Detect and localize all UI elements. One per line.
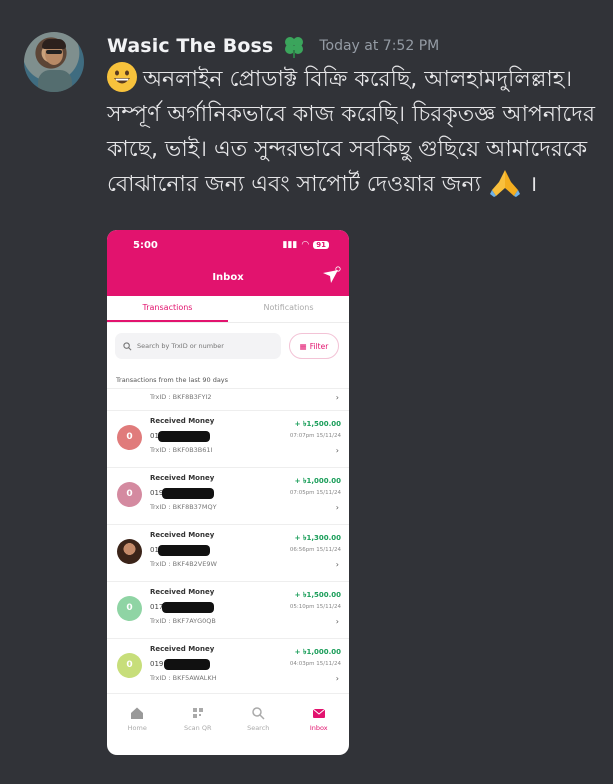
- chevron-right-icon: ›: [335, 674, 339, 683]
- list-item[interactable]: 0 Received Money 01 TrxID : BKF0B3B61I +…: [107, 410, 349, 468]
- tx-avatar: 0: [117, 425, 142, 450]
- screen-title: Inbox: [212, 272, 244, 283]
- grinning-face-emoji-icon: [107, 62, 137, 92]
- signal-icon: ▮▮▮: [282, 240, 298, 250]
- tx-amount: + ৳1,300.00: [294, 534, 341, 542]
- nav-search[interactable]: Search: [228, 694, 289, 755]
- chevron-right-icon: ›: [335, 617, 339, 626]
- tx-avatar: 0: [117, 653, 142, 678]
- message-header: Wasic The Boss Today at 7:52 PM: [107, 32, 439, 60]
- nav-label: Scan QR: [183, 724, 212, 732]
- search-icon: [123, 341, 132, 350]
- list-item[interactable]: 0 Received Money 019 TrxID : BKF8B37MQY …: [107, 467, 349, 525]
- tx-title: Received Money: [150, 645, 215, 653]
- nav-label: Inbox: [309, 724, 328, 732]
- tx-avatar-photo: [117, 539, 142, 564]
- avatar-sunglasses: [46, 50, 62, 54]
- inbox-tabs: Transactions Notifications: [107, 296, 349, 323]
- message-timestamp: Today at 7:52 PM: [319, 38, 440, 54]
- avatar-hair: [42, 39, 66, 49]
- phone-status-time: 5:00: [133, 240, 158, 251]
- list-item[interactable]: 0 Received Money 017 TrxID : BKF7AYG0QB …: [107, 581, 349, 639]
- tx-amount: + ৳1,500.00: [294, 591, 341, 599]
- filter-label: Filter: [309, 341, 329, 351]
- tx-number: 019: [150, 660, 164, 668]
- tx-id: TrxID : BKF5AWALKH: [150, 674, 217, 682]
- battery-icon: 91: [313, 241, 329, 249]
- tx-amount: + ৳1,000.00: [294, 477, 341, 485]
- tx-time: 04:03pm 15/11/24: [289, 661, 341, 667]
- tx-time: 07:05pm 15/11/24: [289, 490, 341, 496]
- tx-id: TrxID : BKF8B37MQY: [150, 503, 217, 511]
- inbox-icon: [312, 708, 326, 718]
- search-box[interactable]: [115, 333, 281, 359]
- divider: [107, 388, 349, 389]
- scan-qr-icon: [192, 708, 203, 718]
- redaction-mark: [158, 545, 210, 556]
- tx-amount: + ৳1,000.00: [294, 648, 341, 656]
- nav-inbox[interactable]: Inbox: [289, 694, 350, 755]
- nav-home[interactable]: Home: [107, 694, 168, 755]
- tx-id: TrxID : BKF7AYG0QB: [150, 617, 216, 625]
- search-input[interactable]: [137, 342, 277, 350]
- wifi-icon: ◠: [301, 240, 310, 250]
- chat-message: Wasic The Boss Today at 7:52 PM অনলাইন প…: [0, 0, 613, 784]
- screenshot-attachment[interactable]: 5:00 ▮▮▮ ◠ 91 Inbox Transactions Notific…: [107, 230, 349, 755]
- chevron-right-icon: ›: [335, 446, 339, 455]
- message-content: অনলাইন প্রোডাক্ট বিক্রি করেছি, আলহামদুলি…: [107, 62, 597, 202]
- search-row: ▦ Filter: [115, 332, 341, 360]
- chevron-right-icon: ›: [335, 560, 339, 569]
- list-item-partial[interactable]: TrxID : BKF8B3FYI2 ›: [107, 390, 349, 411]
- chevron-right-icon: ›: [335, 503, 339, 512]
- tab-notifications[interactable]: Notifications: [228, 296, 349, 322]
- avatar-shirt: [38, 70, 72, 92]
- nav-label: Home: [127, 724, 147, 732]
- bkash-bird-icon[interactable]: [321, 266, 341, 286]
- tx-avatar: 0: [117, 482, 142, 507]
- list-item[interactable]: Received Money 01 TrxID : BKF4B2VE9W + ৳…: [107, 524, 349, 582]
- folded-hands-emoji-icon: [490, 170, 521, 197]
- tx-amount: + ৳1,500.00: [294, 420, 341, 428]
- filter-button[interactable]: ▦ Filter: [289, 333, 339, 359]
- clover-badge-icon[interactable]: [281, 33, 307, 59]
- redaction-mark: [158, 431, 210, 442]
- chevron-right-icon: ›: [335, 393, 339, 402]
- redaction-mark: [162, 488, 214, 499]
- tx-avatar: 0: [117, 596, 142, 621]
- tx-id: TrxID : BKF0B3B61I: [150, 446, 213, 454]
- filter-icon: ▦: [299, 341, 307, 351]
- app-header: 5:00 ▮▮▮ ◠ 91 Inbox: [107, 230, 349, 296]
- list-caption: Transactions from the last 90 days: [116, 376, 229, 384]
- tx-time: 06:56pm 15/11/24: [289, 547, 341, 553]
- list-item[interactable]: 0 Received Money 019 TrxID : BKF5AWALKH …: [107, 638, 349, 692]
- tx-time: 05:10pm 15/11/24: [289, 604, 341, 610]
- tx-id: TrxID : BKF4B2VE9W: [150, 560, 217, 568]
- transaction-list: TrxID : BKF8B3FYI2 › 0 Received Money 01…: [107, 390, 349, 692]
- user-avatar[interactable]: [24, 32, 84, 92]
- phone-status-icons: ▮▮▮ ◠ 91: [283, 240, 329, 250]
- tx-title: Received Money: [150, 417, 215, 425]
- bottom-nav: Home Scan QR Search Inbox: [107, 693, 349, 755]
- tab-transactions[interactable]: Transactions: [107, 296, 228, 322]
- tx-id: TrxID : BKF8B3FYI2: [150, 393, 212, 401]
- search-icon: [252, 707, 265, 720]
- nav-label: Search: [247, 724, 270, 732]
- tx-title: Received Money: [150, 474, 215, 482]
- tx-time: 07:07pm 15/11/24: [289, 433, 341, 439]
- nav-scan-qr[interactable]: Scan QR: [168, 694, 229, 755]
- redaction-mark: [162, 602, 214, 613]
- message-end-punctuation: ।: [522, 172, 538, 197]
- redaction-mark: [164, 659, 210, 670]
- username[interactable]: Wasic The Boss: [107, 35, 273, 57]
- tx-title: Received Money: [150, 531, 215, 539]
- home-icon: [131, 707, 144, 719]
- tx-title: Received Money: [150, 588, 215, 596]
